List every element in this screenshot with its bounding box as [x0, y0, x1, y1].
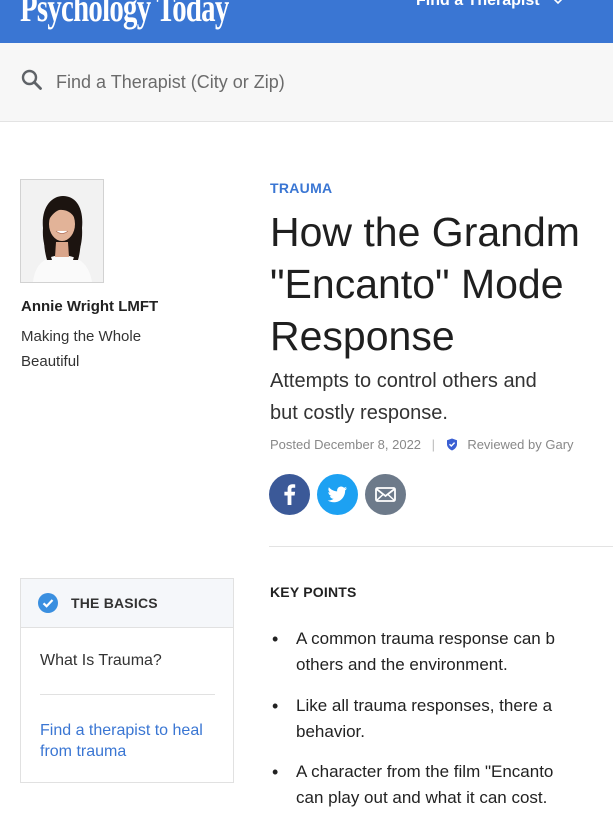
headline-line: "Encanto" Mode: [270, 261, 564, 307]
bullet-icon: •: [272, 696, 279, 716]
subtitle-line: Attempts to control others and: [270, 370, 537, 392]
headline-line: Response: [270, 313, 455, 359]
twitter-share-button[interactable]: [317, 474, 358, 515]
key-point-line: behavior.: [296, 722, 365, 741]
basics-title: THE BASICS: [71, 595, 158, 611]
chevron-down-icon: [552, 0, 564, 10]
posted-date: Posted December 8, 2022: [270, 437, 422, 452]
find-therapist-trauma-link[interactable]: Find a therapist to heal from trauma: [40, 720, 220, 762]
key-point-line: others and the environment.: [296, 655, 508, 674]
key-point-line: can play out and what it can cost.: [296, 788, 548, 807]
subtitle-line: but costly response.: [270, 402, 448, 424]
key-point-line: A common trauma response can b: [296, 629, 555, 648]
facebook-share-button[interactable]: [269, 474, 310, 515]
key-point-item: • Like all trauma responses, there a beh…: [270, 693, 613, 745]
key-point-line: A character from the film "Encanto: [296, 762, 554, 781]
twitter-icon: [327, 486, 347, 503]
key-points-title: KEY POINTS: [270, 584, 357, 600]
article-subtitle: Attempts to control others and but costl…: [270, 365, 613, 429]
article-headline: How the Grandm "Encanto" Mode Response: [270, 206, 613, 362]
meta-separator: |: [431, 437, 436, 452]
site-logo[interactable]: Psychology Today: [20, 0, 229, 31]
author-tagline: Making the Whole Beautiful: [21, 328, 142, 370]
headline-line: How the Grandm: [270, 209, 580, 255]
author-avatar[interactable]: [20, 179, 104, 283]
section-divider: [269, 546, 613, 547]
basics-header: THE BASICS: [21, 579, 233, 628]
key-point-line: Like all trauma responses, there a: [296, 696, 553, 715]
search-bar: [0, 43, 613, 122]
bullet-icon: •: [272, 762, 279, 782]
search-icon[interactable]: [21, 69, 43, 96]
article-page: Psychology Today Find a Therapist Find a…: [0, 0, 613, 817]
email-icon: [375, 487, 396, 502]
key-point-item: • A common trauma response can b others …: [270, 626, 613, 678]
article-meta: Posted December 8, 2022 | Reviewed by Ga…: [270, 437, 574, 454]
email-share-button[interactable]: [365, 474, 406, 515]
facebook-icon: [284, 484, 296, 505]
reviewed-by[interactable]: Reviewed by Gary: [467, 437, 573, 452]
nav-find-therapist[interactable]: Find a Therapist: [416, 0, 564, 10]
bullet-icon: •: [272, 629, 279, 649]
nav-find-therapist-label: Find a Therapist: [416, 0, 540, 9]
key-point-item: • A character from the film "Encanto can…: [270, 759, 613, 811]
basics-box: THE BASICS What Is Trauma? Find a therap…: [20, 578, 234, 783]
author-name[interactable]: Annie Wright LMFT: [21, 298, 158, 315]
check-circle-icon: [38, 593, 58, 618]
what-is-trauma-link[interactable]: What Is Trauma?: [40, 652, 162, 670]
article-category[interactable]: TRAUMA: [270, 180, 332, 196]
search-input[interactable]: [56, 65, 576, 99]
verified-shield-icon: [446, 438, 458, 454]
top-nav-bar: Psychology Today Find a Therapist: [0, 0, 613, 43]
basics-divider: [40, 694, 215, 695]
